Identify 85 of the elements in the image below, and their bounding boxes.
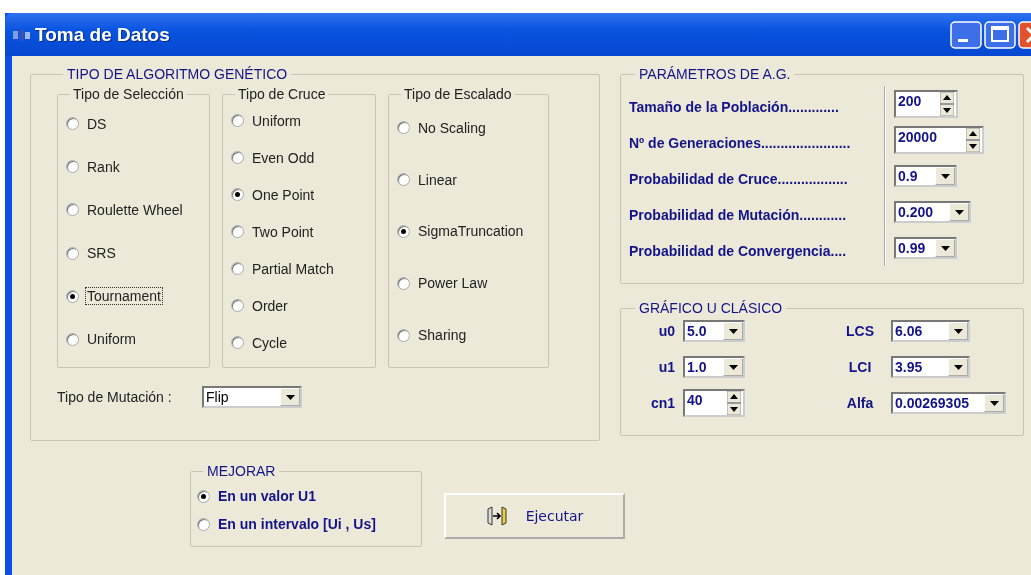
option-label[interactable]: Sharing bbox=[416, 326, 469, 345]
parameter-label: Probabilidad de Convergencia.... bbox=[629, 230, 886, 266]
radio-button[interactable] bbox=[397, 225, 410, 238]
radio-button[interactable] bbox=[66, 203, 79, 217]
caret-icon bbox=[954, 209, 964, 215]
group-title: GRÁFICO U CLÁSICO bbox=[638, 300, 784, 316]
radio-button[interactable] bbox=[231, 262, 244, 275]
parameter-label: u1 bbox=[657, 359, 676, 375]
option-label[interactable]: Rank bbox=[85, 157, 122, 176]
spin-field[interactable]: 200 bbox=[894, 90, 958, 118]
run-icon bbox=[485, 506, 508, 526]
caret-icon bbox=[285, 394, 295, 400]
window-title: Toma de Datos bbox=[35, 23, 170, 46]
radio-button[interactable] bbox=[231, 114, 244, 127]
dropdown[interactable]: 0.00269305 bbox=[891, 392, 1006, 414]
run-button[interactable]: Ejecutar bbox=[444, 493, 625, 539]
dropdown[interactable]: 0.9 bbox=[894, 165, 957, 187]
radio-button[interactable] bbox=[397, 173, 410, 187]
group-title: MEJORAR bbox=[206, 463, 277, 479]
option-label[interactable]: One Point bbox=[250, 185, 317, 204]
group-title: Tipo de Escalado bbox=[403, 86, 513, 102]
group-title: TIPO DE ALGORITMO GENÉTICO bbox=[66, 66, 289, 82]
option-label[interactable]: En un intervalo [Ui , Us] bbox=[218, 516, 376, 532]
option-label[interactable]: No Scaling bbox=[416, 118, 488, 137]
option-label[interactable]: Linear bbox=[416, 170, 459, 189]
spinner-arrows-icon bbox=[966, 128, 980, 152]
option-label[interactable]: Uniform bbox=[250, 111, 303, 130]
parameter-label: Probabilidad de Cruce.................. bbox=[629, 158, 886, 194]
option-label[interactable]: Uniform bbox=[85, 330, 138, 349]
option-label[interactable]: Order bbox=[250, 296, 290, 315]
radio-button[interactable] bbox=[231, 299, 244, 312]
radio-button[interactable] bbox=[66, 246, 79, 260]
radio-button[interactable] bbox=[197, 489, 210, 503]
mutation-label: Tipo de Mutación : bbox=[57, 389, 173, 405]
caret-icon bbox=[728, 364, 738, 370]
radio-button[interactable] bbox=[66, 117, 79, 131]
caret-icon bbox=[728, 328, 738, 334]
caret-icon bbox=[989, 400, 999, 406]
radio-button[interactable] bbox=[231, 188, 244, 201]
option-label[interactable]: Cycle bbox=[250, 333, 289, 352]
option-label[interactable]: Partial Match bbox=[250, 259, 336, 278]
caret-icon bbox=[940, 245, 950, 251]
spin-field[interactable]: 40 bbox=[683, 389, 745, 417]
dropdown[interactable]: 1.0 bbox=[683, 356, 745, 378]
parameter-label: Nº de Generaciones....................... bbox=[629, 122, 886, 158]
parameter-label: Tamaño de la Población............. bbox=[629, 86, 886, 122]
app-icon bbox=[13, 28, 31, 41]
spin-field[interactable]: 20000 bbox=[894, 126, 984, 154]
parameter-label: LCS bbox=[845, 323, 875, 339]
maximize-button[interactable] bbox=[984, 20, 1016, 49]
group-title: Tipo de Selección bbox=[72, 86, 185, 102]
spinner-arrows-icon bbox=[727, 391, 741, 415]
mutation-dropdown[interactable]: Flip bbox=[202, 386, 302, 408]
option-label[interactable]: SigmaTruncation bbox=[416, 222, 526, 241]
option-label[interactable]: Roulette Wheel bbox=[85, 200, 185, 219]
radio-button[interactable] bbox=[231, 225, 244, 238]
parameter-label: Probabilidad de Mutación............ bbox=[629, 194, 886, 230]
option-label[interactable]: En un valor U1 bbox=[218, 488, 317, 504]
caret-icon bbox=[953, 364, 963, 370]
group-title: PARÁMETROS DE A.G. bbox=[638, 66, 792, 82]
dropdown[interactable]: 0.200 bbox=[894, 201, 971, 223]
radio-button[interactable] bbox=[397, 121, 410, 135]
dropdown[interactable]: 0.99 bbox=[894, 237, 957, 259]
option-label[interactable]: Even Odd bbox=[250, 148, 317, 167]
radio-button[interactable] bbox=[66, 160, 79, 174]
option-label[interactable]: Power Law bbox=[416, 274, 490, 293]
minimize-button[interactable] bbox=[950, 20, 982, 49]
option-label[interactable]: DS bbox=[85, 114, 109, 133]
option-label[interactable]: Tournament bbox=[85, 287, 163, 306]
parameter-label: u0 bbox=[657, 323, 676, 339]
parameter-label: cn1 bbox=[649, 395, 676, 411]
spinner-arrows-icon bbox=[940, 92, 954, 116]
caret-icon bbox=[953, 328, 963, 334]
group-title: Tipo de Cruce bbox=[237, 86, 327, 102]
parameter-label: LCI bbox=[847, 359, 873, 375]
parameter-label: Alfa bbox=[845, 395, 875, 411]
radio-button[interactable] bbox=[231, 151, 244, 164]
dropdown[interactable]: 3.95 bbox=[891, 356, 970, 378]
caret-icon bbox=[940, 173, 950, 179]
radio-button[interactable] bbox=[66, 332, 79, 346]
option-label[interactable]: SRS bbox=[85, 244, 118, 263]
radio-button[interactable] bbox=[231, 336, 244, 349]
dropdown[interactable]: 5.0 bbox=[683, 320, 745, 342]
dropdown[interactable]: 6.06 bbox=[891, 320, 970, 342]
option-label[interactable]: Two Point bbox=[250, 222, 316, 241]
